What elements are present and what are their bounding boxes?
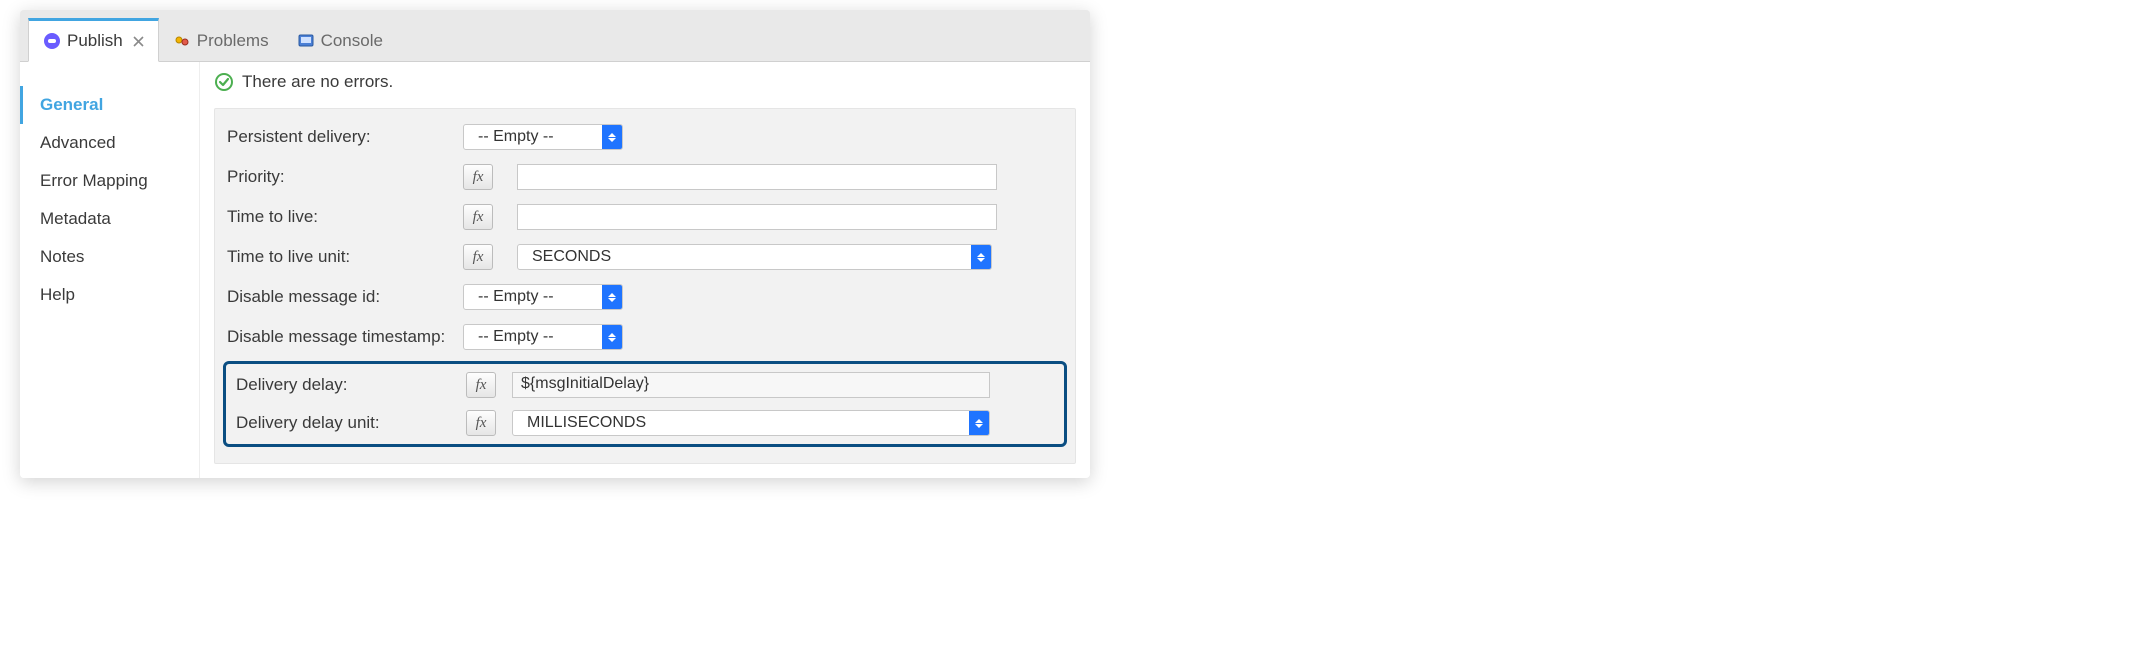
- select-value: -- Empty --: [464, 286, 602, 308]
- chevron-updown-icon: [971, 244, 991, 270]
- form-panel: Persistent delivery: -- Empty -- Priorit…: [214, 108, 1076, 464]
- sidebar-item-label: Error Mapping: [40, 171, 148, 190]
- row-time-to-live-unit: Time to live unit: fx SECONDS: [215, 237, 1075, 277]
- input-priority[interactable]: [517, 164, 997, 190]
- tab-label: Console: [321, 31, 383, 51]
- select-time-to-live-unit[interactable]: SECONDS: [517, 244, 992, 270]
- sidebar-item-label: Help: [40, 285, 75, 304]
- label-delivery-delay-unit: Delivery delay unit:: [230, 413, 460, 433]
- main-panel: There are no errors. Persistent delivery…: [200, 62, 1090, 478]
- status-text: There are no errors.: [242, 72, 393, 92]
- close-icon[interactable]: [133, 36, 144, 47]
- status-row: There are no errors.: [200, 62, 1090, 102]
- label-priority: Priority:: [227, 167, 457, 187]
- sidebar-item-error-mapping[interactable]: Error Mapping: [20, 162, 199, 200]
- row-persistent-delivery: Persistent delivery: -- Empty --: [215, 117, 1075, 157]
- publish-icon: [43, 32, 61, 50]
- select-disable-message-id[interactable]: -- Empty --: [463, 284, 623, 310]
- highlight-delivery-delay: Delivery delay: fx ${msgInitialDelay} De…: [223, 361, 1067, 447]
- sidebar-item-help[interactable]: Help: [20, 276, 199, 314]
- fx-button[interactable]: fx: [466, 372, 496, 398]
- sidebar-item-label: General: [40, 95, 103, 114]
- chevron-updown-icon: [602, 324, 622, 350]
- sidebar-item-notes[interactable]: Notes: [20, 238, 199, 276]
- row-disable-message-id: Disable message id: -- Empty --: [215, 277, 1075, 317]
- tab-label: Publish: [67, 31, 123, 51]
- select-persistent-delivery[interactable]: -- Empty --: [463, 124, 623, 150]
- fx-button[interactable]: fx: [463, 244, 493, 270]
- select-value: MILLISECONDS: [513, 412, 969, 434]
- row-priority: Priority: fx: [215, 157, 1075, 197]
- select-value: -- Empty --: [464, 326, 602, 348]
- label-time-to-live: Time to live:: [227, 207, 457, 227]
- label-time-to-live-unit: Time to live unit:: [227, 247, 457, 267]
- input-delivery-delay[interactable]: ${msgInitialDelay}: [512, 372, 990, 398]
- tab-problems[interactable]: Problems: [159, 21, 283, 61]
- sidebar-item-label: Advanced: [40, 133, 116, 152]
- sidebar-item-metadata[interactable]: Metadata: [20, 200, 199, 238]
- row-delivery-delay-unit: Delivery delay unit: fx MILLISECONDS: [226, 404, 1064, 442]
- label-disable-message-id: Disable message id:: [227, 287, 457, 307]
- editor-window: Publish Problems Console General Advance…: [20, 10, 1090, 478]
- label-disable-message-timestamp: Disable message timestamp:: [227, 327, 457, 347]
- chevron-updown-icon: [602, 124, 622, 150]
- sidebar-item-label: Metadata: [40, 209, 111, 228]
- sidebar: General Advanced Error Mapping Metadata …: [20, 62, 200, 478]
- sidebar-item-label: Notes: [40, 247, 84, 266]
- tabbar: Publish Problems Console: [20, 10, 1090, 62]
- chevron-updown-icon: [969, 410, 989, 436]
- row-delivery-delay: Delivery delay: fx ${msgInitialDelay}: [226, 366, 1064, 404]
- tab-console[interactable]: Console: [283, 21, 397, 61]
- select-value: SECONDS: [518, 246, 971, 268]
- tab-publish[interactable]: Publish: [28, 18, 159, 62]
- fx-button[interactable]: fx: [463, 204, 493, 230]
- sidebar-item-advanced[interactable]: Advanced: [20, 124, 199, 162]
- label-delivery-delay: Delivery delay:: [230, 375, 460, 395]
- console-icon: [297, 32, 315, 50]
- fx-button[interactable]: fx: [466, 410, 496, 436]
- label-persistent-delivery: Persistent delivery:: [227, 127, 457, 147]
- row-time-to-live: Time to live: fx: [215, 197, 1075, 237]
- chevron-updown-icon: [602, 284, 622, 310]
- select-disable-message-timestamp[interactable]: -- Empty --: [463, 324, 623, 350]
- problems-icon: [173, 32, 191, 50]
- ok-check-icon: [214, 72, 234, 92]
- body: General Advanced Error Mapping Metadata …: [20, 62, 1090, 478]
- fx-button[interactable]: fx: [463, 164, 493, 190]
- select-value: -- Empty --: [464, 126, 602, 148]
- select-delivery-delay-unit[interactable]: MILLISECONDS: [512, 410, 990, 436]
- sidebar-item-general[interactable]: General: [20, 86, 199, 124]
- tab-label: Problems: [197, 31, 269, 51]
- input-time-to-live[interactable]: [517, 204, 997, 230]
- row-disable-message-timestamp: Disable message timestamp: -- Empty --: [215, 317, 1075, 357]
